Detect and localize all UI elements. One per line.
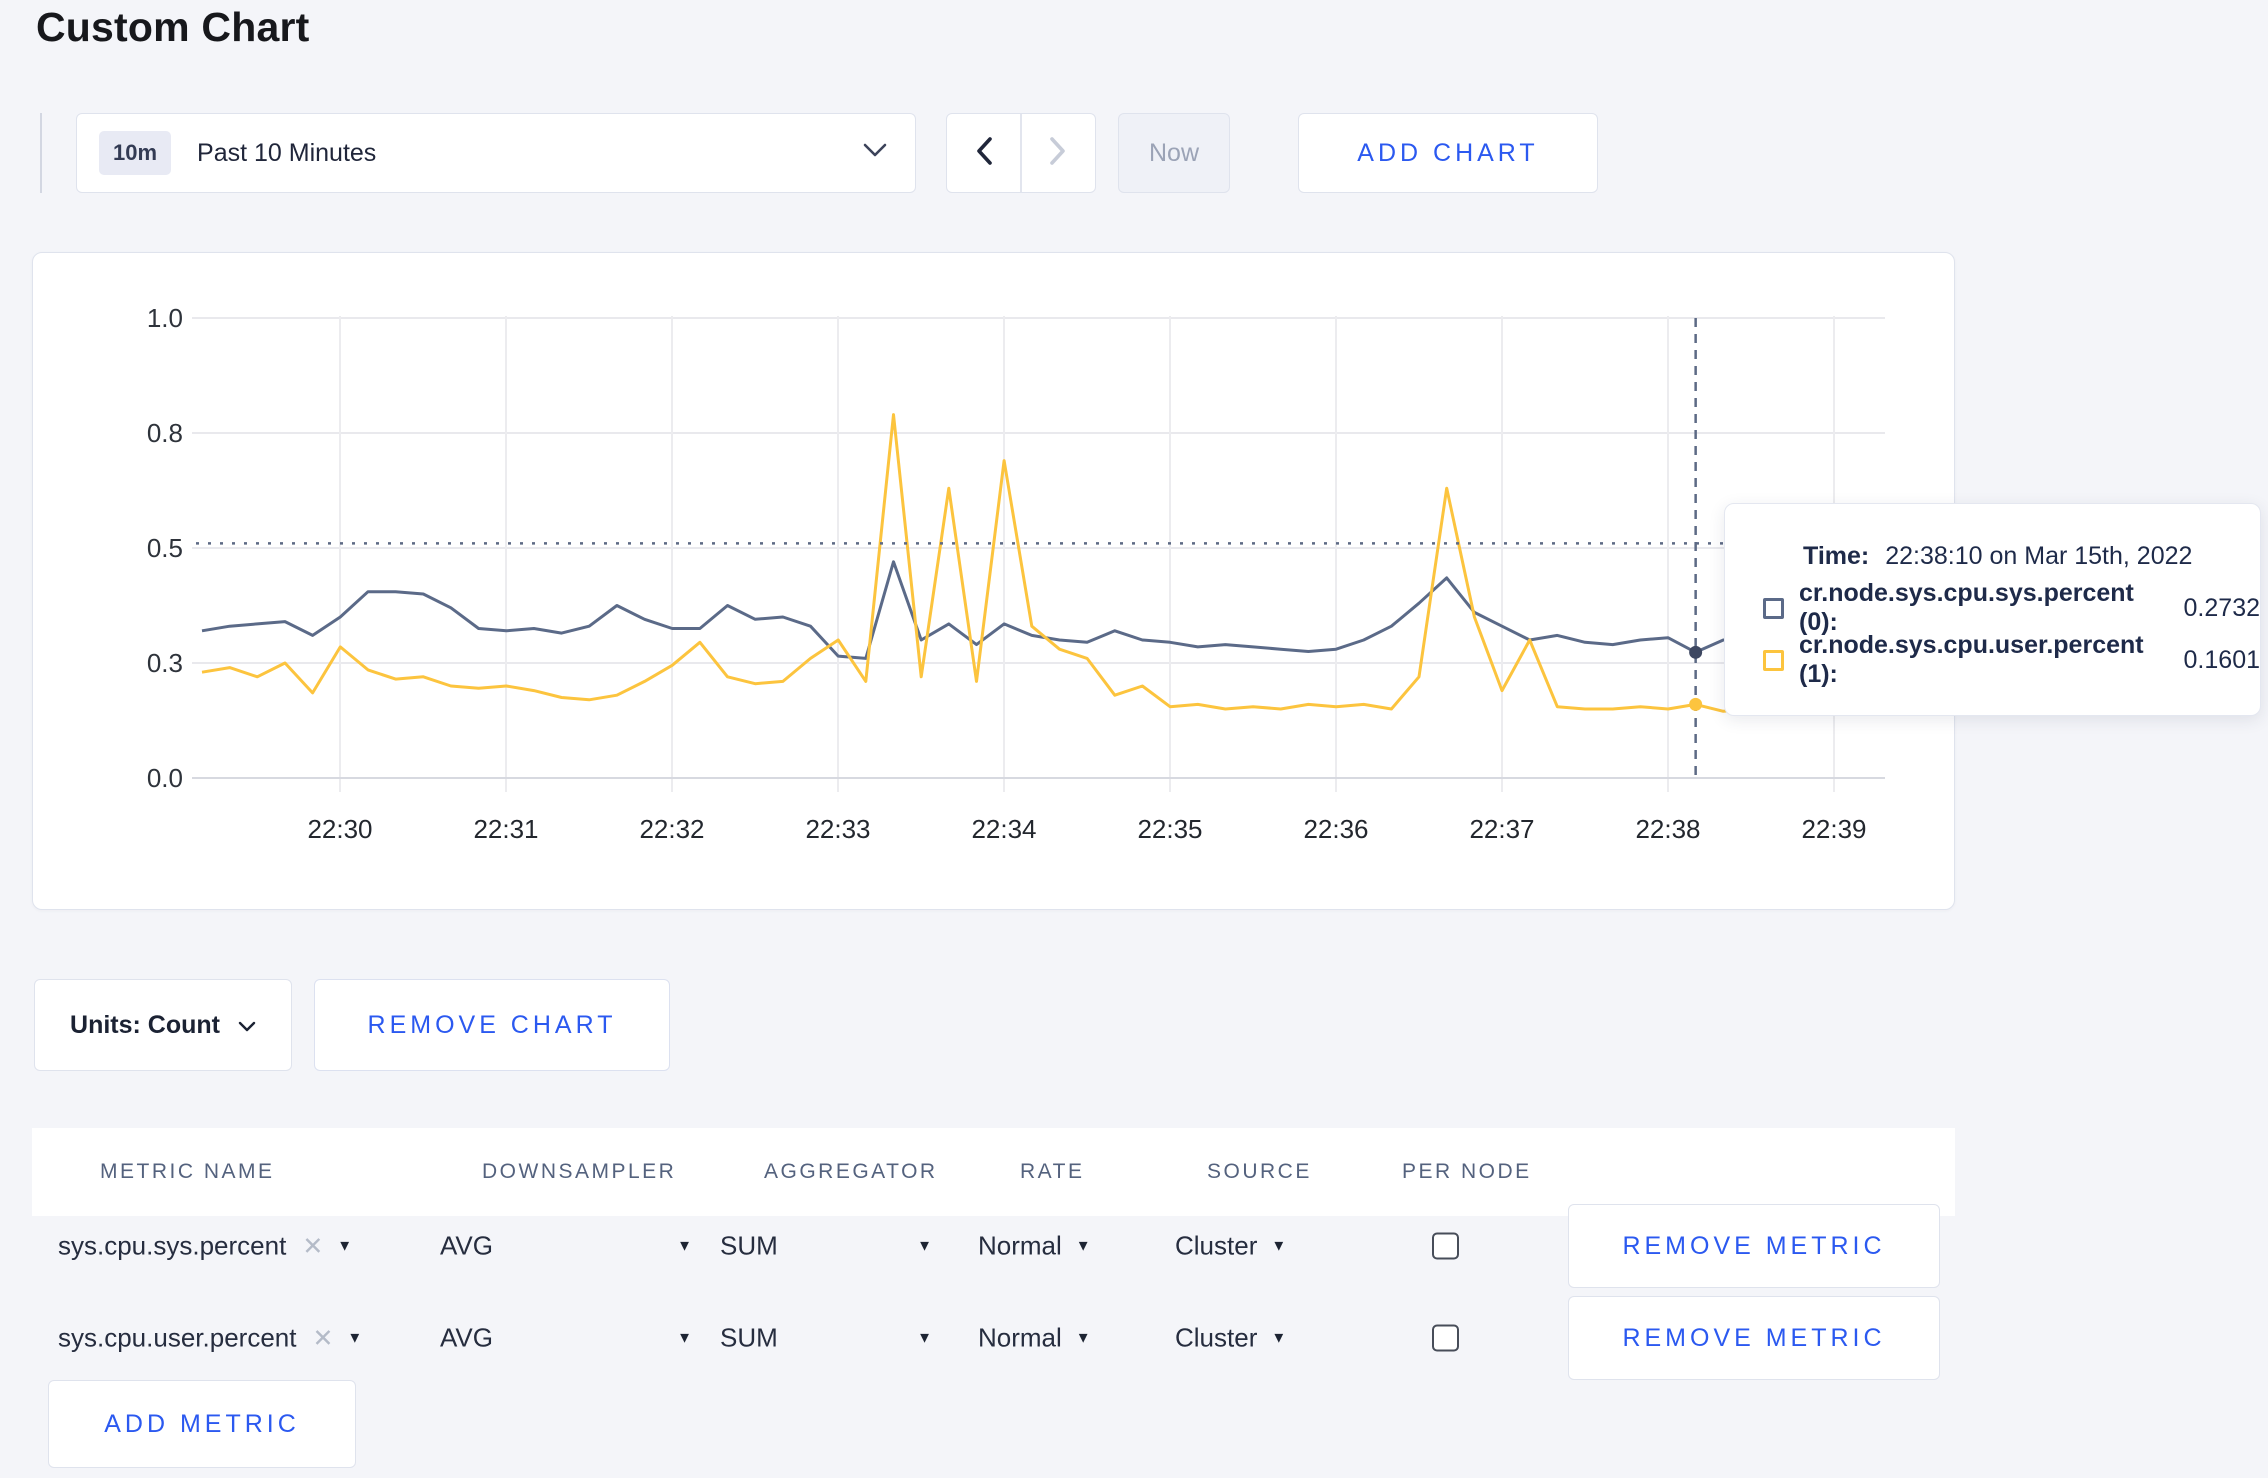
aggregator-select[interactable]: SUM ▼: [720, 1231, 932, 1262]
chevron-right-icon: [1048, 136, 1068, 171]
remove-tag-icon[interactable]: ✕: [312, 1323, 333, 1353]
table-row: sys.cpu.user.percent ✕ ▼ AVG ▼ SUM ▼ Nor…: [32, 1292, 1955, 1384]
metric-name-select[interactable]: sys.cpu.user.percent ✕ ▼: [58, 1323, 362, 1354]
tooltip-time-value: 22:38:10 on Mar 15th, 2022: [1885, 541, 2193, 570]
source-value: Cluster: [1175, 1230, 1258, 1261]
tooltip-series-row: cr.node.sys.cpu.sys.percent (0): 0.2732: [1763, 579, 2260, 636]
prev-timeframe-button[interactable]: [947, 114, 1020, 192]
aggregator-select[interactable]: SUM ▼: [720, 1323, 932, 1354]
page-title: Custom Chart: [36, 4, 310, 50]
metric-name-select[interactable]: sys.cpu.sys.percent ✕ ▼: [58, 1231, 352, 1262]
units-label: Units: Count: [70, 1010, 220, 1039]
chart-card: [32, 252, 1955, 910]
custom-chart-page: Custom Chart 10m Past 10 Minutes Now ADD…: [0, 0, 2268, 1478]
caret-down-icon: ▼: [677, 1329, 692, 1347]
chevron-down-icon: [863, 143, 887, 163]
caret-down-icon: ▼: [1075, 1237, 1091, 1255]
toolbar-divider: [40, 113, 42, 193]
next-timeframe-button[interactable]: [1022, 114, 1095, 192]
tooltip-time-row: Time: 22:38:10 on Mar 15th, 2022: [1803, 530, 2260, 582]
downsampler-value: AVG: [440, 1322, 493, 1353]
downsampler-select[interactable]: AVG ▼: [440, 1231, 692, 1262]
remove-chart-button[interactable]: REMOVE CHART: [314, 979, 670, 1071]
per-node-checkbox[interactable]: [1432, 1324, 1459, 1352]
aggregator-value: SUM: [720, 1322, 778, 1353]
caret-down-icon: ▼: [1271, 1237, 1287, 1255]
remove-metric-button[interactable]: REMOVE METRIC: [1568, 1204, 1940, 1288]
caret-down-icon: ▼: [347, 1329, 363, 1347]
caret-down-icon: ▼: [917, 1237, 932, 1255]
caret-down-icon: ▼: [1075, 1329, 1091, 1347]
downsampler-select[interactable]: AVG ▼: [440, 1323, 692, 1354]
timescale-label: Past 10 Minutes: [197, 138, 377, 167]
timescale-badge: 10m: [99, 131, 172, 175]
metric-name-value: sys.cpu.user.percent: [58, 1322, 297, 1353]
time-nav-group: [946, 113, 1096, 193]
tooltip-sys-label: cr.node.sys.cpu.sys.percent (0):: [1799, 579, 2134, 636]
source-select[interactable]: Cluster ▼: [1175, 1323, 1286, 1354]
rate-select[interactable]: Normal ▼: [978, 1323, 1091, 1354]
chevron-down-icon: [238, 1011, 256, 1040]
aggregator-value: SUM: [720, 1230, 778, 1261]
tooltip-series-row: cr.node.sys.cpu.user.percent (1): 0.1601: [1763, 631, 2260, 688]
tooltip-user-label: cr.node.sys.cpu.user.percent (1):: [1799, 631, 2144, 688]
series-user-swatch-icon: [1763, 649, 1784, 671]
caret-down-icon: ▼: [677, 1237, 692, 1255]
source-value: Cluster: [1175, 1322, 1258, 1353]
tooltip-time-label: Time:: [1803, 541, 1870, 570]
remove-tag-icon[interactable]: ✕: [302, 1231, 323, 1261]
downsampler-value: AVG: [440, 1230, 493, 1261]
source-select[interactable]: Cluster ▼: [1175, 1231, 1286, 1262]
per-node-checkbox[interactable]: [1432, 1232, 1459, 1260]
caret-down-icon: ▼: [1271, 1329, 1287, 1347]
chevron-left-icon: [974, 136, 994, 171]
tooltip-user-value: 0.1601: [2183, 645, 2260, 674]
rate-select[interactable]: Normal ▼: [978, 1231, 1091, 1262]
remove-metric-button[interactable]: REMOVE METRIC: [1568, 1296, 1940, 1380]
now-button[interactable]: Now: [1118, 113, 1230, 193]
table-row: sys.cpu.sys.percent ✕ ▼ AVG ▼ SUM ▼ Norm…: [32, 1200, 1955, 1292]
series-sys-swatch-icon: [1763, 597, 1784, 619]
chart-tooltip: Time: 22:38:10 on Mar 15th, 2022 cr.node…: [1724, 503, 2261, 716]
caret-down-icon: ▼: [917, 1329, 932, 1347]
rate-value: Normal: [978, 1322, 1062, 1353]
tooltip-sys-value: 0.2732: [2183, 593, 2260, 622]
add-chart-button[interactable]: ADD CHART: [1298, 113, 1598, 193]
timescale-dropdown[interactable]: 10m Past 10 Minutes: [76, 113, 916, 193]
add-metric-button[interactable]: ADD METRIC: [48, 1380, 356, 1468]
units-dropdown[interactable]: Units: Count: [34, 979, 292, 1071]
rate-value: Normal: [978, 1230, 1062, 1261]
caret-down-icon: ▼: [337, 1237, 353, 1255]
metric-name-value: sys.cpu.sys.percent: [58, 1230, 287, 1261]
